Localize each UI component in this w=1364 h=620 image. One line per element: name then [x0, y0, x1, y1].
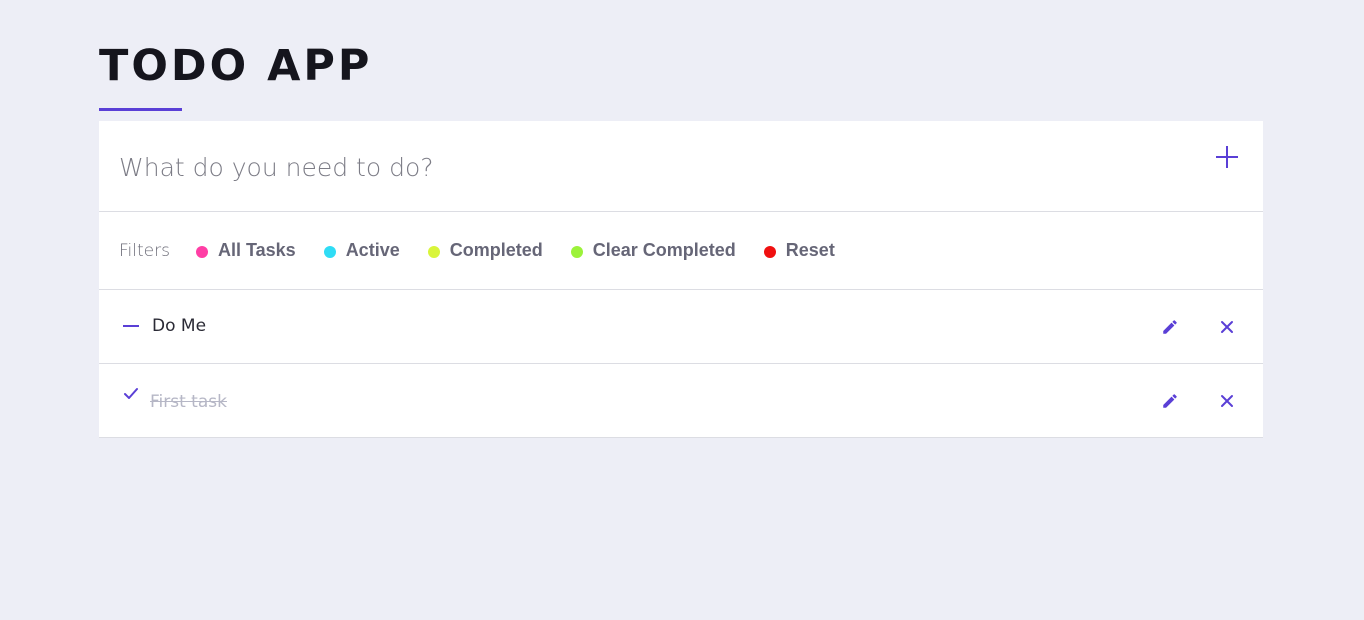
filter-completed[interactable]: Completed [427, 240, 543, 261]
dot-icon [763, 246, 776, 258]
dot-icon [427, 246, 440, 258]
pencil-icon[interactable] [1161, 392, 1179, 410]
filter-all-tasks[interactable]: All Tasks [195, 240, 296, 261]
filter-active[interactable]: Active [323, 240, 400, 261]
title-underline [99, 108, 182, 111]
dot-icon [323, 246, 336, 258]
task-row: First task [99, 364, 1263, 437]
filter-label: Clear Completed [592, 240, 736, 260]
todo-card: Filters All Tasks Active Completed Clear… [99, 121, 1263, 438]
page-title: TODO APP [99, 41, 373, 91]
filter-label: Completed [449, 240, 543, 260]
filter-label: All Tasks [217, 240, 296, 260]
dot-icon [570, 246, 583, 258]
minus-icon[interactable] [123, 318, 139, 334]
task-text[interactable]: First task [150, 392, 227, 412]
filter-label: Reset [785, 240, 835, 260]
filters-bar: Filters All Tasks Active Completed Clear… [99, 212, 1263, 290]
check-icon[interactable] [123, 386, 139, 402]
filters-label: Filters [119, 240, 170, 261]
new-task-row [99, 121, 1263, 212]
filter-label: Active [345, 240, 400, 260]
task-text[interactable]: Do Me [152, 316, 206, 336]
plus-icon[interactable] [1215, 145, 1239, 169]
dot-icon [195, 246, 208, 258]
pencil-icon[interactable] [1161, 318, 1179, 336]
close-icon[interactable] [1219, 319, 1235, 335]
filter-reset[interactable]: Reset [763, 240, 835, 261]
filter-clear-completed[interactable]: Clear Completed [570, 240, 736, 261]
new-task-input[interactable] [119, 145, 1179, 189]
close-icon[interactable] [1219, 393, 1235, 409]
task-row: Do Me [99, 290, 1263, 364]
